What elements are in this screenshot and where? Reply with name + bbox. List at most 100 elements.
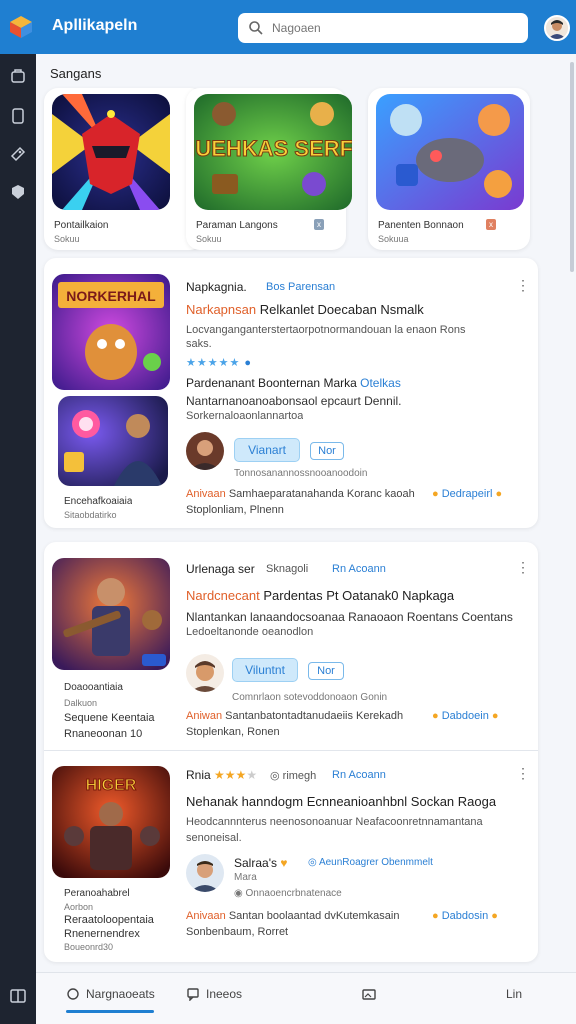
- post-body: Ledoeltanonde oeanodlon: [186, 626, 314, 638]
- more-options-icon[interactable]: ⋮: [516, 560, 530, 582]
- top-app-bar: Apllikapeln: [0, 0, 576, 54]
- post-game-image: NORKERHAL: [52, 274, 170, 390]
- commenter-avatar[interactable]: [186, 854, 224, 892]
- commenter-name: Salraa's ♥: [234, 856, 288, 870]
- nav-label: Lin: [506, 987, 523, 1001]
- post-footer-link[interactable]: ● Dedrapeirl ●: [432, 488, 502, 500]
- nav-item-home[interactable]: Nargnaoeats: [66, 987, 155, 1001]
- image-icon: [362, 989, 376, 1000]
- featured-badge: x: [486, 219, 496, 230]
- tag-icon[interactable]: [8, 144, 28, 164]
- search-bar[interactable]: [238, 13, 528, 43]
- app-logo-icon[interactable]: [8, 14, 34, 40]
- view-button[interactable]: Viluntnt: [232, 658, 298, 682]
- featured-title: Pontailkaion: [54, 220, 109, 231]
- game-thumbnail: MUEHKAS SERFH: [194, 94, 352, 210]
- nav-item-gallery[interactable]: [362, 987, 382, 1001]
- home-icon[interactable]: [8, 66, 28, 86]
- post-headline: Nardcnecant Pardentas Pt Oatanak0 Napkag…: [186, 588, 455, 603]
- commenter-avatar[interactable]: [186, 432, 224, 470]
- post-author[interactable]: Napkagnia.: [186, 280, 247, 294]
- featured-badge: x: [314, 219, 324, 230]
- game-art-title: NORKERHAL: [66, 288, 156, 304]
- more-options-icon[interactable]: ⋮: [516, 766, 530, 788]
- message-icon: [187, 988, 199, 1001]
- game-thumbnail: [52, 94, 170, 210]
- shield-icon[interactable]: [8, 182, 28, 202]
- thumb-caption: Sequene Keentaia: [64, 712, 155, 724]
- post-body: senoneisal.: [186, 832, 242, 844]
- active-tab-indicator: [66, 1010, 154, 1013]
- post-author-link[interactable]: Bos Parensan: [266, 281, 335, 293]
- featured-card[interactable]: Panenten Bonnaon Sokuua x: [368, 88, 530, 250]
- post-footer: Aniwan Santanbatontadtanudaeiis Kerekadh: [186, 710, 404, 722]
- panel-toggle-icon[interactable]: [8, 986, 28, 1006]
- thumb-caption: Peranoahabrel: [64, 888, 130, 899]
- post-subheadline: Pardenanant Boonternan Marka Otelkas: [186, 376, 401, 390]
- post-body: Sorkernaloaonlannartoa: [186, 410, 304, 422]
- nav-label: Ineeos: [206, 987, 243, 1001]
- featured-title: Paraman Langons: [196, 220, 278, 231]
- bottom-navigation: Nargnaoeats Ineeos Lin: [36, 972, 576, 1024]
- thumb-caption: Aorbon: [64, 902, 94, 912]
- thumb-caption: Encehafkoaiaia: [64, 496, 133, 507]
- post-footer: Anivaan Santan boolaantad dvKutemkasain: [186, 910, 400, 922]
- scrollbar[interactable]: [570, 62, 574, 272]
- game-thumbnail: [376, 94, 524, 210]
- featured-subtitle: Sokuu: [196, 234, 222, 244]
- post-body: Heodcannnterus neenosonoanuar Neafacoonr…: [186, 816, 483, 828]
- commenter-link[interactable]: ◎ AeunRoagrer Obenmmelt: [308, 857, 433, 868]
- nav-item-messages[interactable]: Ineeos: [186, 987, 242, 1001]
- user-avatar[interactable]: [544, 15, 570, 41]
- feed-post[interactable]: NORKERHAL Encehafkoaiaia Sitaobdatirko N…: [44, 258, 538, 528]
- thumb-caption: Sitaobdatirko: [64, 510, 117, 520]
- follow-button[interactable]: Nor: [308, 662, 344, 680]
- post-meta: Comnrlaon sotevoddonoaon Gonin: [232, 692, 388, 703]
- thumb-caption: Reraatoloopentaia: [64, 914, 154, 926]
- post-footer-link[interactable]: ● Dabdoein ●: [432, 710, 499, 722]
- rating-stars: ★★★★★ ●: [186, 357, 253, 369]
- user-avatar-image: [546, 17, 568, 39]
- post-author[interactable]: Urlenaga ser: [186, 562, 255, 576]
- featured-card[interactable]: Pontailkaion Sokuu: [44, 88, 204, 250]
- post-game-image: [58, 396, 168, 486]
- sidebar: [0, 54, 36, 1024]
- post-headline: Nehanak hanndogm Ecnneanioanhbnl Sockan …: [186, 794, 497, 809]
- view-button[interactable]: Vianart: [234, 438, 300, 462]
- main-feed: Sangans Pontailkaion Sokuu UEHKAS SERF P…: [36, 54, 576, 972]
- post-body: Nlantankan lanaandocsoanaa Ranaoaon Roen…: [186, 610, 513, 624]
- post-author[interactable]: Rnia ★★★★: [186, 768, 257, 782]
- divider: [44, 750, 538, 751]
- thumb-caption: Rnenernendrex: [64, 928, 140, 940]
- featured-title: Panenten Bonnaon: [378, 220, 464, 231]
- section-title: Sangans: [50, 66, 102, 81]
- featured-subtitle: Sokuua: [378, 234, 409, 244]
- post-body: Locvanganganterstertaorpotnormandouan la…: [186, 324, 466, 336]
- feed-post[interactable]: Doaooantiaia Dalkuon Sequene Keentaia Rn…: [44, 542, 538, 962]
- nav-item-more[interactable]: Lin: [506, 987, 522, 1001]
- nav-label: Nargnaoeats: [86, 987, 155, 1001]
- featured-card[interactable]: MUEHKAS SERFH Paraman Langons Sokuu x: [186, 88, 352, 250]
- post-footer: Anivaan Samhaeparatanahanda Koranc kaoah: [186, 488, 415, 500]
- post-meta: Tonnosanannossnooanoodoin: [234, 468, 368, 479]
- thumb-caption: Boueonrd30: [64, 942, 114, 952]
- chat-icon: [67, 988, 79, 1000]
- featured-subtitle: Sokuu: [54, 234, 80, 244]
- follow-button[interactable]: Nor: [310, 442, 344, 460]
- post-meta: ◎ rimegh: [270, 770, 317, 782]
- post-game-image: HIGER: [52, 766, 170, 878]
- more-options-icon[interactable]: ⋮: [516, 278, 530, 300]
- commenter-avatar[interactable]: [186, 654, 224, 692]
- post-footer-link[interactable]: ● Dabdosin ●: [432, 910, 498, 922]
- thumb-caption: Rnaneoonan 10: [64, 728, 143, 740]
- search-input[interactable]: [272, 21, 512, 35]
- post-author-link[interactable]: Rn Acoann: [332, 769, 386, 781]
- post-footer-sub: Stoplonliam, Plnenn: [186, 504, 284, 516]
- post-footer-sub: Sonbenbaum, Rorret: [186, 926, 289, 938]
- commenter-sub: Mara: [234, 872, 257, 883]
- post-author-link[interactable]: Rn Acoann: [332, 563, 386, 575]
- post-body: saks.: [186, 338, 212, 350]
- game-art-title: HIGER: [86, 777, 137, 794]
- search-icon: [249, 21, 263, 35]
- document-icon[interactable]: [8, 106, 28, 126]
